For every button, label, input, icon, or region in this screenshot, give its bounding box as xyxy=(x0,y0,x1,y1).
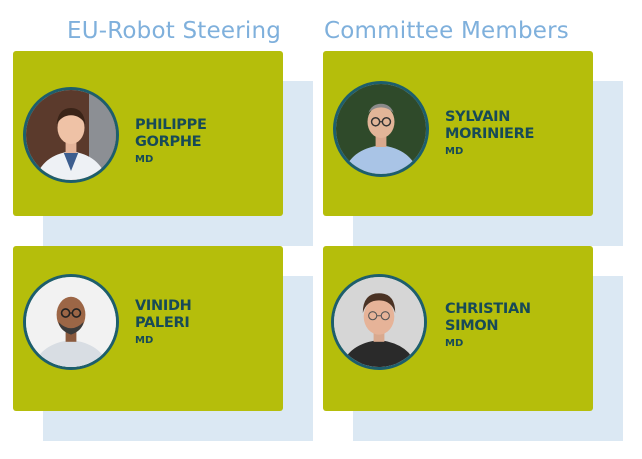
member-first-name: CHRISTIAN xyxy=(445,301,531,317)
member-photo-avatar xyxy=(333,81,429,177)
member-last-name: SIMON xyxy=(445,318,499,334)
section-heading-right: Committee Members xyxy=(324,18,569,44)
member-first-name: VINIDH xyxy=(135,298,192,314)
member-title: MD xyxy=(135,335,154,346)
person-portrait-icon xyxy=(336,84,426,174)
member-card-moriniere: SYLVAIN MORINIERE MD xyxy=(323,51,623,246)
person-portrait-icon xyxy=(334,277,424,367)
member-photo-avatar xyxy=(23,87,119,183)
card-panel: VINIDH PALERI MD xyxy=(13,246,283,411)
member-first-name: PHILIPPE xyxy=(135,117,207,133)
member-card-paleri: VINIDH PALERI MD xyxy=(13,246,313,441)
member-info: PHILIPPE GORPHE MD xyxy=(135,117,207,165)
member-info: SYLVAIN MORINIERE MD xyxy=(445,109,534,157)
member-title: MD xyxy=(445,338,464,349)
member-first-name: SYLVAIN xyxy=(445,109,511,125)
member-last-name: PALERI xyxy=(135,315,190,331)
section-heading-left: EU-Robot Steering xyxy=(67,18,282,44)
person-portrait-icon xyxy=(26,277,116,367)
member-card-simon: CHRISTIAN SIMON MD xyxy=(323,246,623,441)
member-info: VINIDH PALERI MD xyxy=(135,298,192,346)
member-title: MD xyxy=(135,154,154,165)
member-photo-avatar xyxy=(331,274,427,370)
member-card-gorphe: PHILIPPE GORPHE MD xyxy=(13,51,313,246)
card-panel: SYLVAIN MORINIERE MD xyxy=(323,51,593,216)
member-photo-avatar xyxy=(23,274,119,370)
member-title: MD xyxy=(445,146,464,157)
person-portrait-icon xyxy=(26,90,116,180)
member-last-name: GORPHE xyxy=(135,134,202,150)
member-last-name: MORINIERE xyxy=(445,126,535,142)
card-panel: PHILIPPE GORPHE MD xyxy=(13,51,283,216)
member-info: CHRISTIAN SIMON MD xyxy=(445,301,531,349)
card-panel: CHRISTIAN SIMON MD xyxy=(323,246,593,411)
